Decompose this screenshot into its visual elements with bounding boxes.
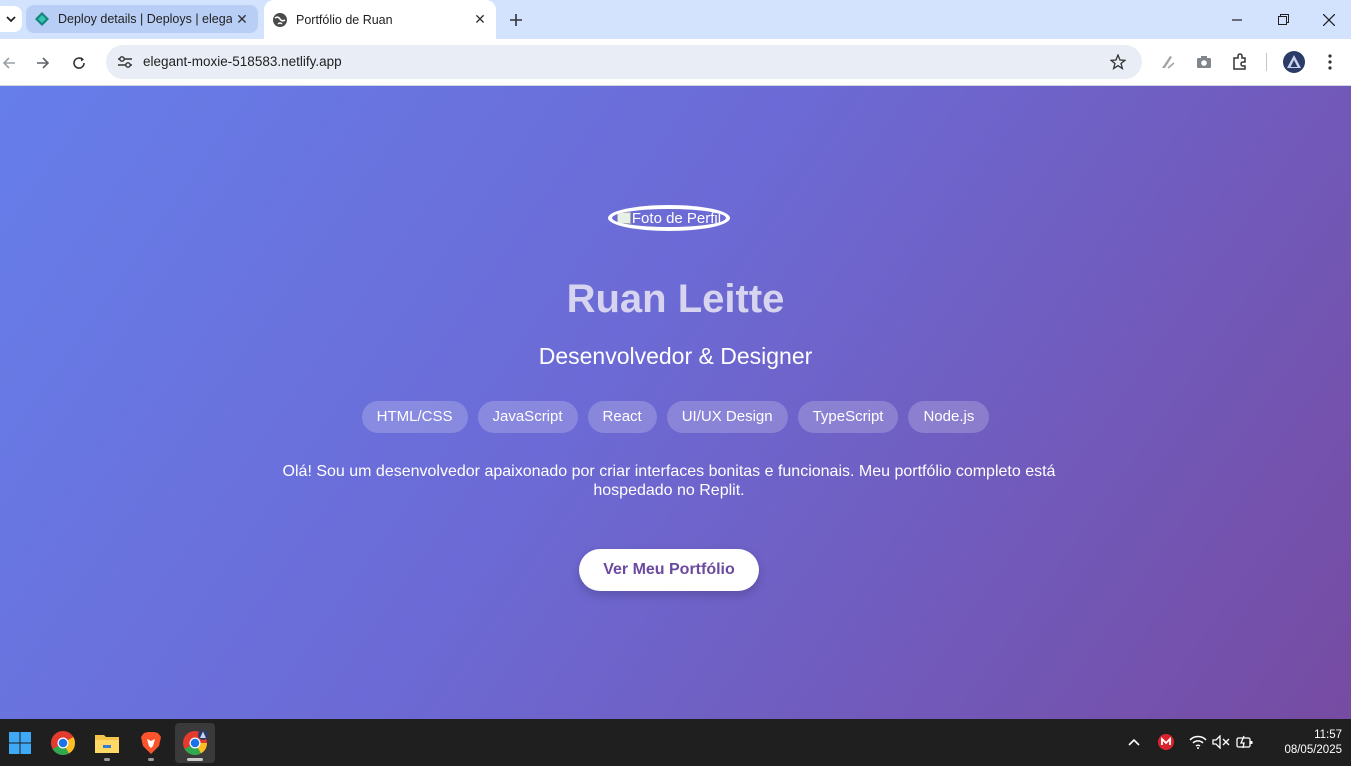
- skill-tag: Node.js: [908, 401, 990, 433]
- browser-toolbar: elegant-moxie-518583.netlify.app: [0, 39, 1351, 86]
- folder-icon: [95, 735, 119, 753]
- profile-photo: Foto de Perfil: [608, 205, 730, 231]
- profile-avatar[interactable]: [1283, 51, 1305, 73]
- minimize-button[interactable]: [1214, 0, 1260, 39]
- back-button[interactable]: [0, 50, 22, 76]
- system-clock[interactable]: 11:57 08/05/2025: [1262, 728, 1342, 758]
- chrome-icon: [183, 730, 208, 756]
- tab-portfolio[interactable]: Portfólio de Ruan ✕: [264, 0, 496, 39]
- camera-icon[interactable]: [1193, 51, 1215, 73]
- tab-deploy-details[interactable]: Deploy details | Deploys | elega ✕: [26, 5, 258, 33]
- skill-tag: UI/UX Design: [666, 401, 788, 433]
- close-window-button[interactable]: [1306, 0, 1351, 39]
- portfolio-page: Foto de Perfil Ruan Leitte Desenvolvedor…: [0, 86, 1351, 719]
- back-arrow-icon: [2, 57, 15, 69]
- skill-tag: JavaScript: [477, 401, 578, 433]
- minimize-icon: [1232, 18, 1242, 21]
- tab-search-button[interactable]: [0, 6, 22, 32]
- restore-icon: [1277, 14, 1289, 25]
- brave-icon: [141, 732, 161, 754]
- bio-text: Olá! Sou um desenvolvedor apaixonado por…: [282, 463, 1056, 499]
- plus-icon: [510, 14, 522, 26]
- profile-photo-alt: Foto de Perfil: [631, 209, 722, 227]
- close-tab-icon[interactable]: ✕: [470, 10, 490, 30]
- close-icon: [1323, 13, 1335, 26]
- speaker-muted-icon[interactable]: [1210, 731, 1232, 753]
- running-indicator: [148, 758, 154, 761]
- menu-kebab-icon[interactable]: [1319, 51, 1341, 73]
- show-hidden-icons-chevron-icon[interactable]: [1123, 731, 1145, 753]
- chrome-icon: [51, 731, 76, 756]
- taskbar-chrome[interactable]: [43, 723, 83, 763]
- reload-button[interactable]: [66, 50, 92, 76]
- antivirus-shield-icon[interactable]: [1155, 731, 1177, 753]
- avatar-icon: [1287, 55, 1301, 68]
- extensions-icon[interactable]: [1229, 51, 1251, 73]
- bookmark-star-icon[interactable]: [1108, 52, 1128, 72]
- clock-time: 11:57: [1314, 729, 1342, 741]
- site-settings-icon[interactable]: [116, 53, 134, 71]
- forward-button[interactable]: [30, 50, 56, 76]
- url-text[interactable]: elegant-moxie-518583.netlify.app: [143, 54, 342, 69]
- chevron-down-icon: [6, 16, 16, 23]
- view-portfolio-button[interactable]: Ver Meu Portfólio: [579, 549, 759, 591]
- page-subtitle: Desenvolvedor & Designer: [538, 343, 813, 369]
- restore-button[interactable]: [1260, 0, 1306, 39]
- skill-tag: HTML/CSS: [361, 401, 468, 433]
- skill-tag: TypeScript: [797, 401, 899, 433]
- page-title: Ruan Leitte: [566, 277, 785, 321]
- battery-charging-icon[interactable]: [1234, 731, 1256, 753]
- clock-date: 08/05/2025: [1284, 744, 1342, 756]
- taskbar-brave[interactable]: [131, 723, 171, 763]
- new-tab-button[interactable]: [504, 8, 528, 32]
- netlify-icon: [34, 11, 50, 27]
- windows-icon: [9, 732, 31, 754]
- running-indicator: [104, 758, 110, 761]
- broken-image-icon: [616, 212, 631, 224]
- wifi-icon[interactable]: [1187, 731, 1209, 753]
- address-bar[interactable]: elegant-moxie-518583.netlify.app: [106, 45, 1142, 79]
- taskbar-chrome-profile[interactable]: [175, 723, 215, 763]
- taskbar: 11:57 08/05/2025: [0, 719, 1351, 766]
- active-indicator: [187, 758, 203, 761]
- toolbar-divider: [1266, 53, 1267, 71]
- close-tab-icon[interactable]: ✕: [232, 9, 252, 29]
- tab-title: Deploy details | Deploys | elega: [58, 12, 232, 26]
- globe-icon: [272, 12, 288, 28]
- pen-icon[interactable]: [1157, 51, 1179, 73]
- taskbar-file-explorer[interactable]: [87, 723, 127, 763]
- skill-tag: React: [587, 401, 657, 433]
- start-button[interactable]: [0, 723, 40, 763]
- skills-list: HTML/CSS JavaScript React UI/UX Design T…: [0, 401, 1351, 433]
- reload-icon: [73, 57, 85, 69]
- tab-title: Portfólio de Ruan: [296, 12, 393, 27]
- forward-arrow-icon: [37, 57, 50, 69]
- tab-strip: Deploy details | Deploys | elega ✕ Portf…: [0, 0, 1351, 39]
